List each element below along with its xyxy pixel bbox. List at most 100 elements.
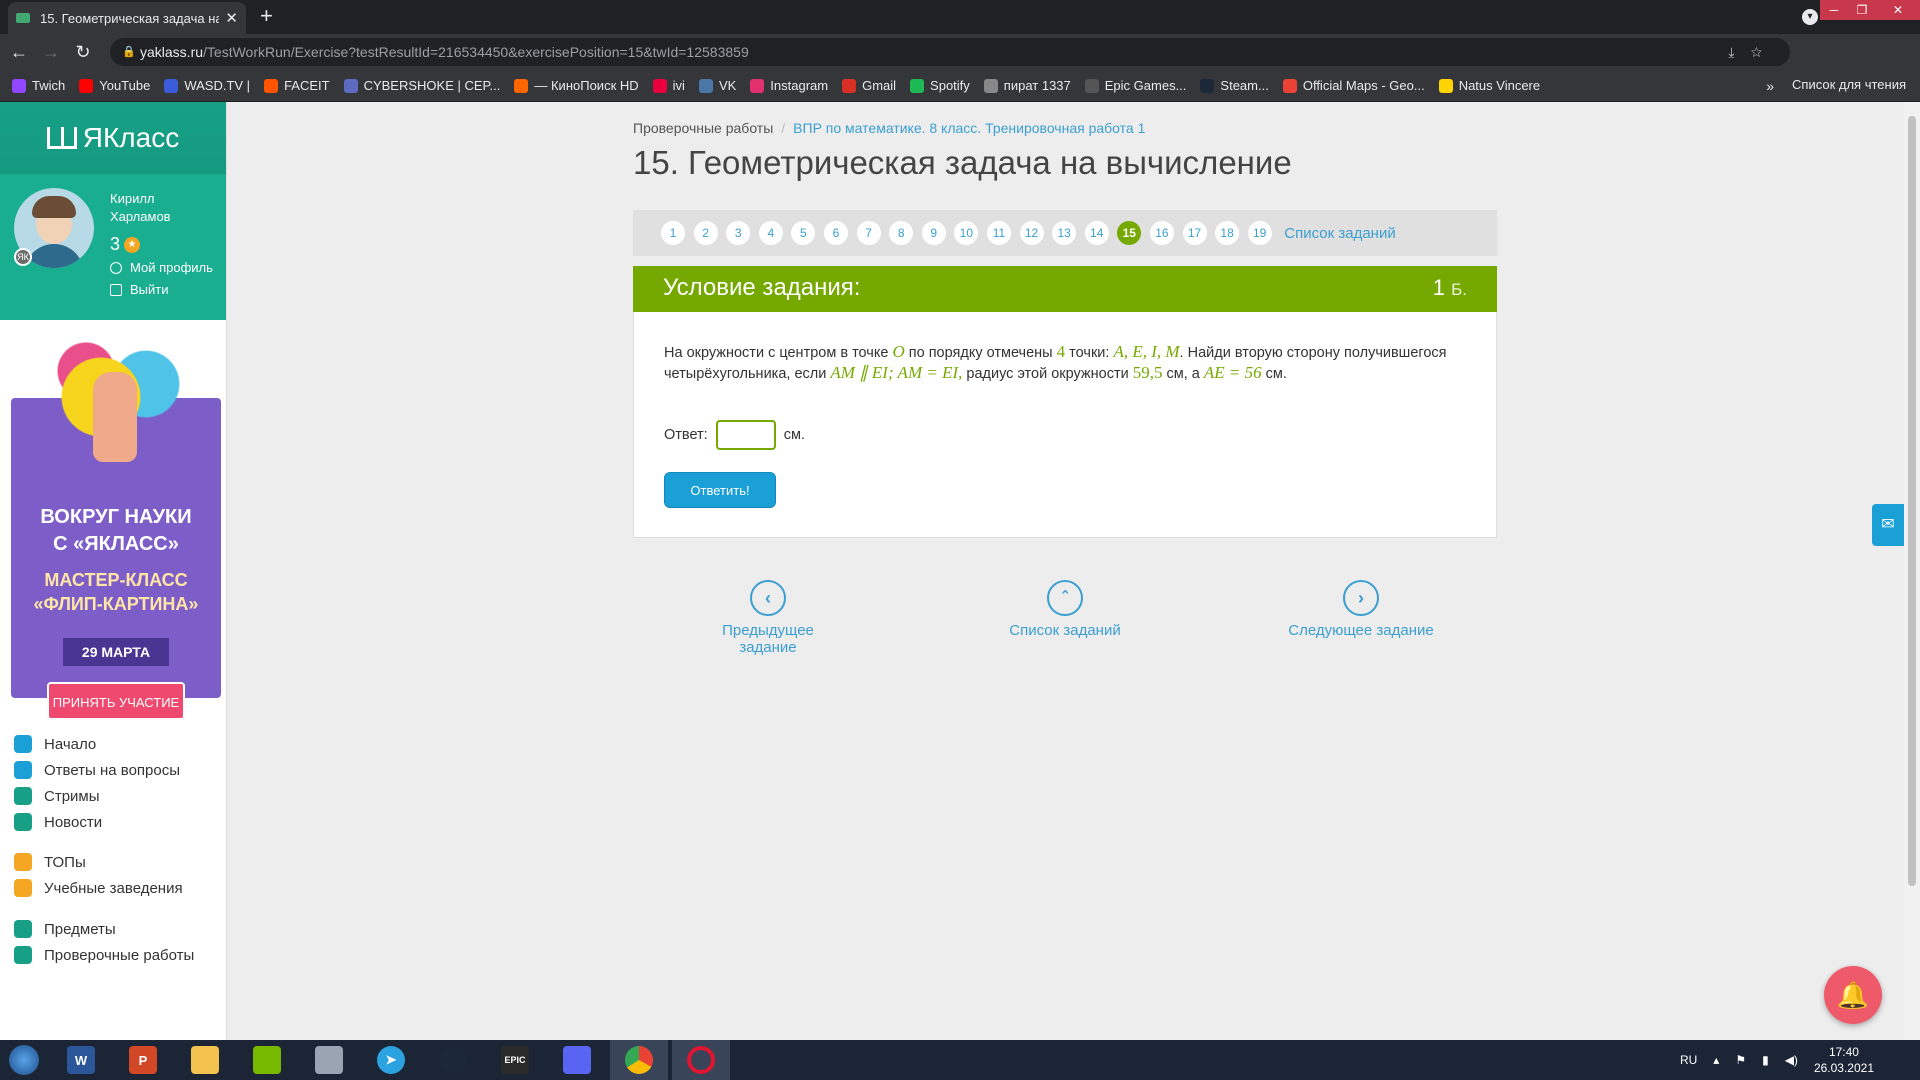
sidebar-menu-item[interactable]: Учебные заведения	[14, 879, 183, 897]
question-number-15[interactable]: 15	[1117, 221, 1142, 245]
mail-icon[interactable]: ✉	[1872, 504, 1904, 546]
task-list-link[interactable]: ˆ Список заданий	[1004, 580, 1126, 639]
bookmark-star-icon[interactable]: ⤓☆	[1728, 38, 1778, 66]
question-number-13[interactable]: 13	[1052, 221, 1077, 245]
bookmark-item[interactable]: Gmail	[842, 78, 896, 93]
back-icon[interactable]: ←	[6, 39, 32, 65]
sidebar-menu-item[interactable]: Начало	[14, 735, 96, 753]
question-number-9[interactable]: 9	[921, 221, 946, 245]
bookmark-item[interactable]: Epic Games...	[1084, 78, 1186, 93]
bookmark-item[interactable]: VK	[698, 78, 736, 93]
question-number-2[interactable]: 2	[693, 221, 718, 245]
question-number-4[interactable]: 4	[758, 221, 783, 245]
taskbar-calculator[interactable]	[300, 1040, 358, 1080]
bookmark-item[interactable]: Official Maps - Geo...	[1282, 78, 1425, 93]
bookmarks-overflow-icon[interactable]: »	[1766, 78, 1774, 94]
tab-search-icon[interactable]: ▾	[1802, 9, 1818, 25]
menu-item-label: Новости	[44, 813, 103, 831]
start-button[interactable]	[0, 1040, 48, 1080]
bookmark-item[interactable]: Natus Vincere	[1438, 78, 1540, 93]
close-window-icon[interactable]: ✕	[1876, 0, 1920, 20]
menu-item-icon	[14, 787, 32, 805]
bookmark-item[interactable]: Twich	[12, 78, 65, 93]
next-task-link[interactable]: › Следующее задание	[1288, 580, 1434, 639]
bookmark-item[interactable]: FACEIT	[264, 78, 330, 93]
bookmark-item[interactable]: — КиноПоиск HD	[514, 78, 639, 93]
taskbar-discord[interactable]	[548, 1040, 606, 1080]
taskbar-explorer[interactable]	[176, 1040, 234, 1080]
sidebar-menu-item[interactable]: Новости	[14, 813, 102, 831]
tray-arrow-icon[interactable]: ▴	[1713, 1053, 1719, 1067]
previous-task-link[interactable]: ‹ Предыдущее задание	[692, 580, 844, 656]
question-list-link[interactable]: Список заданий	[1284, 225, 1395, 242]
reading-list-button[interactable]: Список для чтения	[1792, 77, 1906, 92]
taskbar-word[interactable]: W	[52, 1040, 110, 1080]
taskbar-steam[interactable]	[424, 1040, 482, 1080]
my-profile-link[interactable]: Мой профиль	[110, 260, 213, 275]
browser-tab[interactable]: 15. Геометрическая задача на в ✕	[8, 2, 246, 34]
network-icon[interactable]: ▮	[1762, 1053, 1769, 1067]
clock[interactable]: 17:40 26.03.2021	[1814, 1044, 1874, 1076]
question-number-12[interactable]: 12	[1019, 221, 1044, 245]
question-number-11[interactable]: 11	[986, 221, 1011, 245]
sidebar-menu-item[interactable]: Стримы	[14, 787, 100, 805]
promo-banner[interactable]: ВОКРУГ НАУКИ С «ЯКЛАСС» МАСТЕР-КЛАСС «ФЛ…	[11, 332, 221, 724]
reload-icon[interactable]: ↻	[70, 39, 96, 65]
breadcrumb-current[interactable]: ВПР по математике. 8 класс. Тренировочна…	[793, 120, 1145, 136]
sidebar-menu-item[interactable]: Предметы	[14, 920, 116, 938]
site-logo[interactable]: ЯКласс	[0, 102, 226, 174]
lock-icon: 🔒	[122, 46, 136, 58]
question-number-5[interactable]: 5	[791, 221, 816, 245]
menu-item-label: Стримы	[44, 787, 100, 805]
answer-input[interactable]	[715, 420, 776, 450]
taskbar-telegram[interactable]: ➤	[362, 1040, 420, 1080]
volume-icon[interactable]: ◀)	[1785, 1053, 1798, 1067]
bookmark-item[interactable]: Instagram	[750, 78, 828, 93]
question-number-10[interactable]: 10	[954, 221, 979, 245]
question-number-19[interactable]: 19	[1247, 221, 1272, 245]
scrollbar-thumb[interactable]	[1908, 116, 1916, 886]
answer-row: Ответ: см.	[664, 420, 805, 450]
bookmark-item[interactable]: YouTube	[79, 78, 150, 93]
bookmark-item[interactable]: WASD.TV |	[164, 78, 250, 93]
question-number-7[interactable]: 7	[856, 221, 881, 245]
taskbar-epic[interactable]: EPIC	[486, 1040, 544, 1080]
taskbar-opera[interactable]	[672, 1040, 730, 1080]
taskbar-chrome[interactable]	[610, 1040, 668, 1080]
bookmark-item[interactable]: CYBERSHOKE | CEP...	[343, 78, 500, 93]
question-number-3[interactable]: 3	[726, 221, 751, 245]
question-number-16[interactable]: 16	[1149, 221, 1174, 245]
question-number-17[interactable]: 17	[1182, 221, 1207, 245]
page-scrollbar[interactable]	[1904, 102, 1920, 1040]
bookmark-item[interactable]: Spotify	[910, 78, 970, 93]
bookmark-label: Steam...	[1220, 78, 1269, 93]
breadcrumb-root[interactable]: Проверочные работы	[633, 120, 773, 136]
sidebar-menu-item[interactable]: Проверочные работы	[14, 946, 194, 964]
question-number-1[interactable]: 1	[661, 221, 685, 245]
bookmark-item[interactable]: пират 1337	[983, 78, 1071, 93]
user-name[interactable]: Кирилл Харламов	[110, 190, 171, 226]
close-tab-icon[interactable]: ✕	[225, 9, 238, 27]
question-number-14[interactable]: 14	[1084, 221, 1109, 245]
language-indicator[interactable]: RU	[1680, 1053, 1697, 1067]
new-tab-icon[interactable]: +	[260, 4, 273, 28]
question-number-8[interactable]: 8	[889, 221, 914, 245]
logout-link[interactable]: Выйти	[110, 282, 169, 297]
promo-participate-button[interactable]: ПРИНЯТЬ УЧАСТИЕ	[47, 682, 185, 720]
taskbar-nvidia[interactable]	[238, 1040, 296, 1080]
sidebar-menu-item[interactable]: ТОПы	[14, 853, 86, 871]
minimize-icon[interactable]: ─	[1820, 0, 1848, 20]
bookmark-item[interactable]: Steam...	[1200, 78, 1269, 93]
taskbar-powerpoint[interactable]: P	[114, 1040, 172, 1080]
restore-icon[interactable]: ❐	[1848, 0, 1876, 20]
flag-icon[interactable]: ⚑	[1735, 1053, 1746, 1067]
question-number-18[interactable]: 18	[1215, 221, 1240, 245]
address-bar[interactable]: 🔒 yaklass.ru/TestWorkRun/Exercise?testRe…	[110, 38, 1790, 66]
submit-answer-button[interactable]: Ответить!	[664, 472, 776, 508]
sidebar-menu-item[interactable]: Ответы на вопросы	[14, 761, 180, 779]
question-number-6[interactable]: 6	[823, 221, 848, 245]
task-statement: На окружности с центром в точке O по пор…	[664, 342, 1464, 384]
forward-icon[interactable]: →	[38, 39, 64, 65]
notification-bell-icon[interactable]: 🔔	[1824, 966, 1882, 1024]
bookmark-item[interactable]: ivi	[652, 78, 685, 93]
